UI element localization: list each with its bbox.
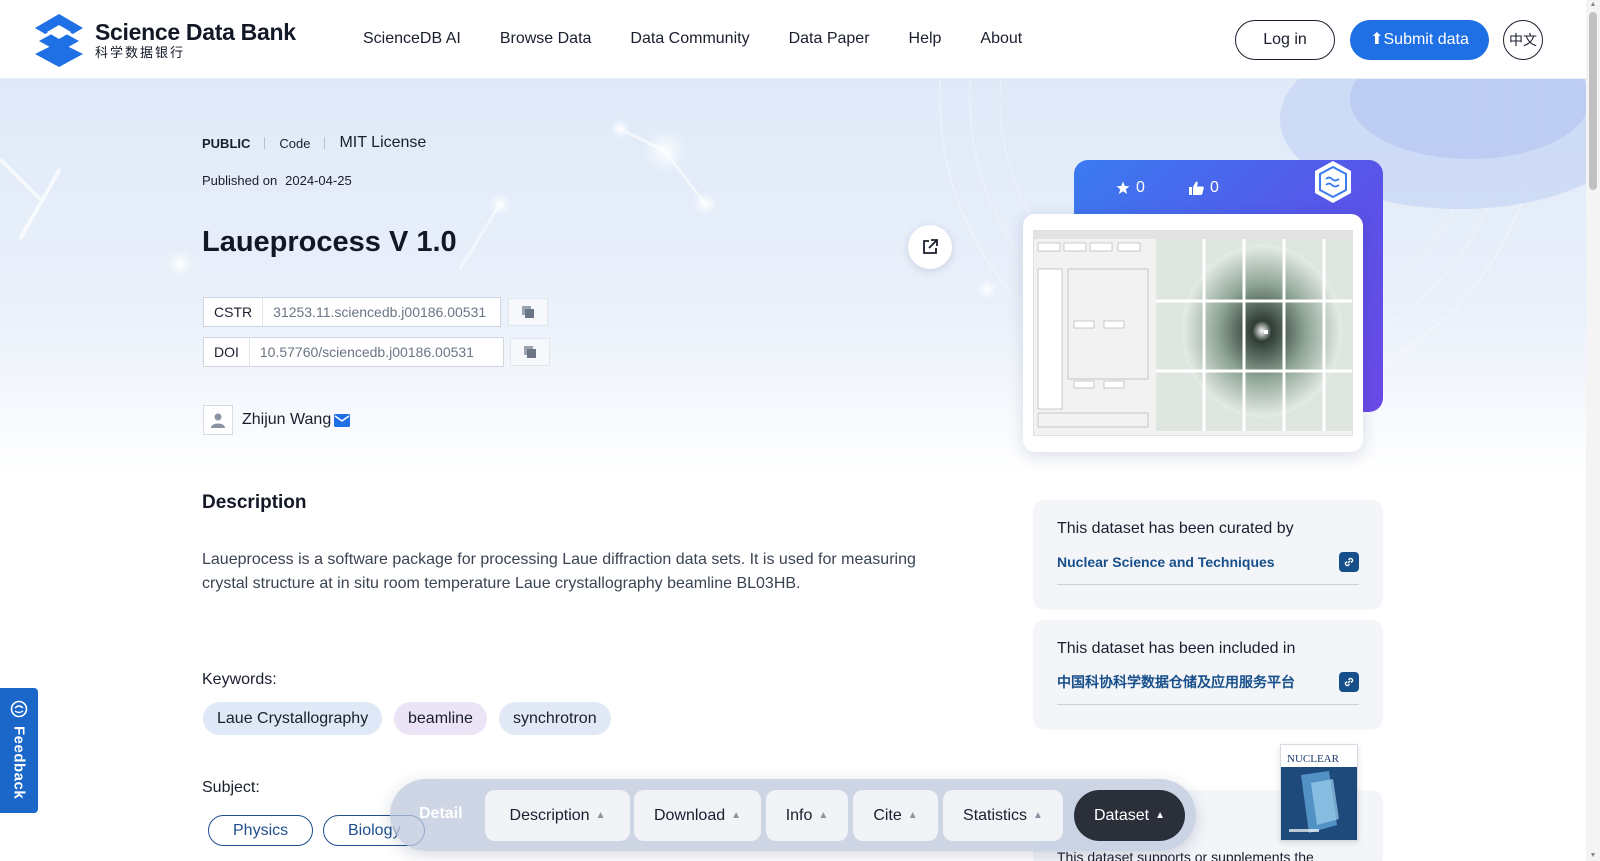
curated-link-row[interactable]: Nuclear Science and Techniques <box>1057 552 1359 585</box>
star-count[interactable]: 0 <box>1116 179 1145 197</box>
chevron-up-icon: ▲ <box>907 810 918 821</box>
nav-sciencedb-ai[interactable]: ScienceDB AI <box>363 30 461 48</box>
chevron-up-icon: ▲ <box>1033 810 1043 821</box>
keyword-tag[interactable]: Laue Crystallography <box>203 702 383 735</box>
external-link-icon[interactable] <box>1339 672 1359 692</box>
divider <box>264 137 266 149</box>
feedback-icon <box>10 700 28 718</box>
keyword-tag[interactable]: beamline <box>394 702 487 735</box>
subject-tag[interactable]: Physics <box>208 815 314 846</box>
visibility-label: PUBLIC <box>202 135 251 151</box>
doi-field: DOI 10.57760/sciencedb.j00186.00531 <box>203 337 504 367</box>
keyword-tag[interactable]: synchrotron <box>499 702 611 735</box>
doi-value: 10.57760/sciencedb.j00186.00531 <box>259 344 474 360</box>
dataset-preview-image[interactable] <box>1023 214 1363 452</box>
external-link-icon[interactable] <box>1339 552 1359 572</box>
included-in-card: This dataset has been included in 中国科协科学… <box>1033 620 1383 730</box>
description-heading: Description <box>202 492 307 513</box>
section-nav-detail: Detail <box>419 805 463 822</box>
keywords-label: Keywords: <box>202 671 277 688</box>
logo-chinese: 科学数据银行 <box>95 45 186 60</box>
scrollbar-thumb[interactable] <box>1589 12 1597 190</box>
journal-cover-title: NUCLEAR <box>1287 753 1340 765</box>
chevron-up-icon: ▲ <box>818 810 829 821</box>
tab-dataset[interactable]: Dataset ▲ <box>1074 790 1185 841</box>
tab-download[interactable]: Download ▲ <box>634 790 761 841</box>
copy-cstr-button[interactable] <box>508 298 548 326</box>
user-icon <box>211 413 225 428</box>
dataset-meta: PUBLIC Code MIT License <box>202 134 426 152</box>
preview-graphic <box>1034 231 1352 435</box>
main-nav: ScienceDB AI Browse Data Data Community … <box>363 30 1061 48</box>
sciencedb-badge-icon <box>1315 161 1351 203</box>
tab-description[interactable]: Description ▲ <box>485 790 630 841</box>
nav-about[interactable]: About <box>980 30 1022 48</box>
description-text: Laueprocess is a software package for pr… <box>202 551 916 592</box>
avatar <box>203 405 233 435</box>
copy-doi-button[interactable] <box>510 338 550 366</box>
logo-mark-icon <box>35 14 83 67</box>
nav-help[interactable]: Help <box>909 30 942 48</box>
chevron-up-icon: ▲ <box>1155 810 1166 821</box>
scroll-up-icon[interactable]: ▲ <box>1589 1 1597 9</box>
tab-statistics[interactable]: Statistics ▲ <box>943 790 1063 841</box>
curated-lead: This dataset has been curated by <box>1057 520 1294 537</box>
included-in-link[interactable]: 中国科协科学数据仓储及应用服务平台 <box>1057 672 1295 692</box>
included-lead: This dataset has been included in <box>1057 640 1296 657</box>
upload-icon: ⬆ <box>1370 31 1384 48</box>
feedback-tab[interactable]: Feedback <box>0 688 38 813</box>
language-toggle[interactable]: 中文 <box>1503 20 1543 60</box>
copy-icon <box>524 346 536 358</box>
feedback-label: Feedback <box>10 726 28 800</box>
mail-icon[interactable] <box>334 413 351 427</box>
tab-cite[interactable]: Cite ▲ <box>853 790 938 841</box>
site-logo[interactable]: Science Data Bank 科学数据银行 <box>31 12 296 68</box>
tab-info[interactable]: Info ▲ <box>766 790 848 841</box>
curated-by-link[interactable]: Nuclear Science and Techniques <box>1057 554 1275 570</box>
cstr-field: CSTR 31253.11.sciencedb.j00186.00531 <box>203 297 501 327</box>
login-button[interactable]: Log in <box>1235 20 1335 60</box>
author-name[interactable]: Zhijun Wang <box>242 411 331 429</box>
author-row: Zhijun Wang <box>203 405 351 435</box>
divider <box>324 137 326 149</box>
cstr-value: 31253.11.sciencedb.j00186.00531 <box>273 304 487 320</box>
chevron-up-icon: ▲ <box>731 810 742 821</box>
share-icon <box>923 239 938 254</box>
cstr-label: CSTR <box>204 298 264 326</box>
published-date: Published on 2024-04-25 <box>202 173 352 188</box>
top-header: Science Data Bank 科学数据银行 ScienceDB AI Br… <box>0 0 1586 79</box>
nav-data-paper[interactable]: Data Paper <box>789 30 870 48</box>
included-link-row[interactable]: 中国科协科学数据仓储及应用服务平台 <box>1057 672 1359 705</box>
logo-english: Science Data Bank <box>95 19 296 45</box>
copy-icon <box>522 306 534 318</box>
star-icon <box>1116 181 1130 194</box>
chevron-up-icon: ▲ <box>595 810 606 821</box>
journal-cover-image[interactable]: NUCLEAR <box>1280 744 1358 841</box>
share-button[interactable] <box>908 225 952 269</box>
curated-by-card: This dataset has been curated by Nuclear… <box>1033 500 1383 610</box>
doi-label: DOI <box>204 338 250 366</box>
software-screenshot <box>1033 230 1353 436</box>
journal-cover-graphic: NUCLEAR <box>1281 745 1357 840</box>
like-count[interactable]: 0 <box>1189 179 1219 197</box>
submit-data-button[interactable]: ⬆Submit data <box>1350 20 1489 60</box>
nav-data-community[interactable]: Data Community <box>630 30 749 48</box>
license-label[interactable]: MIT License <box>339 134 426 152</box>
nav-browse-data[interactable]: Browse Data <box>500 30 592 48</box>
subject-label: Subject: <box>202 779 260 796</box>
page-scrollbar[interactable]: ▲ ▼ <box>1586 0 1600 861</box>
thumbs-up-icon <box>1189 181 1204 195</box>
dataset-title: Laueprocess V 1.0 <box>202 226 457 258</box>
scroll-down-icon[interactable]: ▼ <box>1589 852 1597 860</box>
type-label: Code <box>279 135 311 151</box>
